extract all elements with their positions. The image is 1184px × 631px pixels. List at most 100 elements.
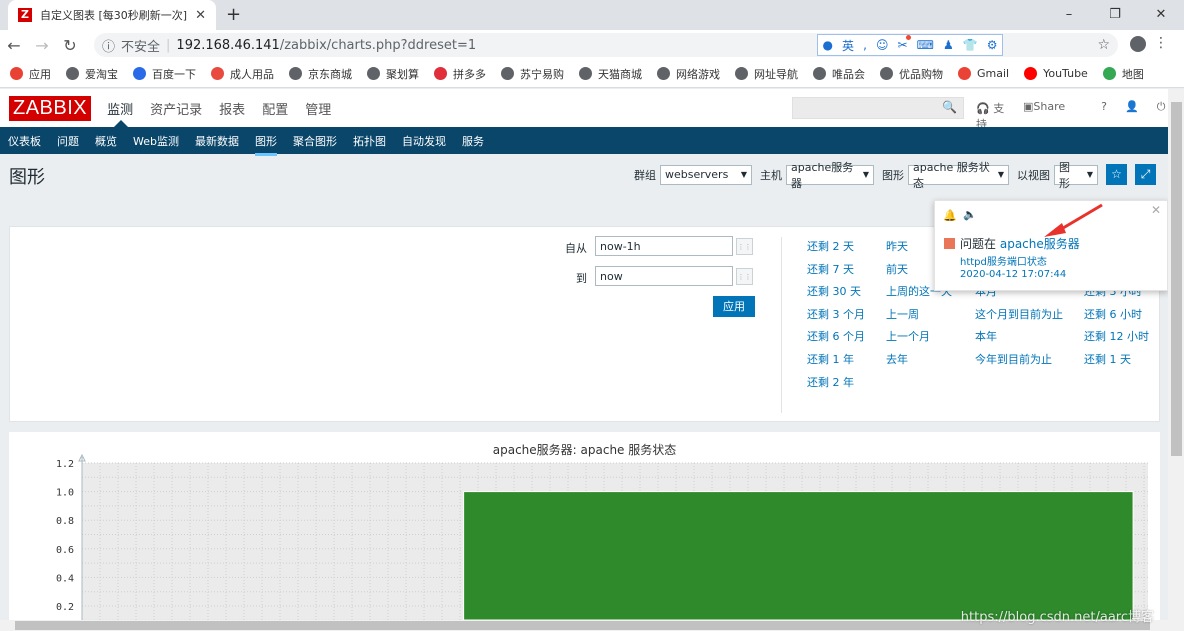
forward-icon[interactable]: → [28, 36, 56, 55]
bookmark-item[interactable]: 应用 [10, 66, 51, 82]
quick-range-link[interactable]: 还剩 12 小时 [1084, 328, 1149, 344]
page-title: 图形 [9, 167, 45, 188]
top-menu-item[interactable]: 报表 [219, 99, 245, 118]
trigger-link[interactable]: httpd服务端口状态 [960, 253, 1047, 268]
sub-menu: 仪表板 问题 概览 Web监测 最新数据 图形 聚合图形 拓扑图 自动发现 服务 [0, 127, 1168, 156]
bookmark-star-icon[interactable]: ☆ [1097, 37, 1110, 53]
submenu-item[interactable]: 概览 [95, 127, 117, 155]
bookmark-item[interactable]: 爱淘宝 [66, 66, 118, 82]
browser-menu-icon[interactable]: ⋮ [1154, 35, 1168, 51]
back-icon[interactable]: ← [0, 36, 28, 55]
ime-keyboard-icon[interactable]: ⌨ [917, 38, 934, 52]
submenu-item[interactable]: 自动发现 [402, 127, 446, 155]
quick-range-link[interactable]: 今年到目前为止 [975, 351, 1052, 367]
submenu-item[interactable]: 仪表板 [8, 127, 41, 155]
quick-range-link[interactable]: 还剩 3 个月 [807, 306, 865, 322]
reload-icon[interactable]: ↻ [56, 36, 84, 55]
ime-avatar-icon[interactable]: ● [823, 38, 833, 52]
ime-emoji-icon[interactable]: ☺ [876, 38, 889, 52]
bell-icon[interactable]: 🔔 [943, 209, 957, 222]
event-time-link[interactable]: 2020-04-12 17:07:44 [960, 269, 1066, 280]
calendar-icon[interactable]: ⋮⋮ [736, 238, 753, 255]
search-input[interactable]: 🔍 [792, 97, 964, 119]
add-favorite-button[interactable]: ☆ [1106, 164, 1127, 185]
to-input[interactable]: now [595, 266, 733, 286]
close-tab-icon[interactable]: ✕ [195, 8, 206, 23]
quick-range-link[interactable]: 前天 [886, 261, 908, 277]
calendar-icon[interactable]: ⋮⋮ [736, 268, 753, 285]
bookmarks-bar: 应用 爱淘宝 百度一下 成人用品 京东商城 聚划算 拼多多 苏宁易购 天猫商城 网络游戏 网址导航唯… [0, 60, 1184, 88]
vertical-scrollbar[interactable] [1168, 89, 1184, 631]
submenu-item[interactable]: 图形 [254, 127, 277, 156]
submenu-item[interactable]: 最新数据 [195, 127, 239, 155]
bookmark-item[interactable]: 聚划算 [367, 66, 419, 82]
ime-lang[interactable]: 英 [842, 37, 854, 54]
top-menu: 监测 资产记录 报表 配置 管理 [107, 99, 348, 118]
quick-range-link[interactable]: 上一个月 [886, 328, 930, 344]
submenu-item[interactable]: 聚合图形 [293, 127, 337, 155]
bookmark-item[interactable]: YouTube [1024, 67, 1088, 80]
bookmark-item[interactable]: 网络游戏 [657, 66, 720, 82]
quick-range-link[interactable]: 去年 [886, 351, 908, 367]
top-menu-item[interactable]: 管理 [305, 99, 331, 118]
zabbix-logo[interactable]: ZABBIX [9, 95, 92, 121]
submenu-item[interactable]: 服务 [462, 127, 484, 155]
quick-range-link[interactable]: 还剩 1 年 [807, 351, 854, 367]
bookmark-item[interactable]: 百度一下 [133, 66, 196, 82]
host-select[interactable]: apache服务器 ▼ [786, 161, 874, 190]
browser-tab[interactable]: Z 自定义图表 [每30秒刷新一次] ✕ [8, 0, 216, 30]
restore-icon[interactable]: ❐ [1092, 0, 1138, 30]
speaker-icon[interactable]: 🔈 [963, 208, 977, 221]
bookmark-item[interactable]: 唯品会 [813, 66, 865, 82]
y-tick-label: 0.8 [56, 516, 74, 527]
ime-scissors-icon[interactable]: ✂ [897, 35, 911, 52]
quick-range-link[interactable]: 还剩 30 天 [807, 283, 861, 299]
to-label: 到 [576, 272, 587, 285]
bookmark-item[interactable]: 天猫商城 [579, 66, 642, 82]
minimize-icon[interactable]: – [1046, 0, 1092, 30]
ime-punct-icon[interactable]: , [863, 38, 867, 52]
search-icon[interactable]: 🔍 [942, 100, 957, 114]
submenu-item[interactable]: 拓扑图 [353, 127, 386, 155]
quick-range-link[interactable]: 还剩 1 天 [1084, 351, 1131, 367]
quick-range-link[interactable]: 昨天 [886, 238, 908, 254]
bookmark-item[interactable]: 优品购物 [880, 66, 943, 82]
bookmark-item[interactable]: 网址导航 [735, 66, 798, 82]
zabbix-header: ZABBIX 监测 资产记录 报表 配置 管理 🔍 🎧 支持 ▣Share ? 👤 ⏻ [0, 89, 1168, 131]
top-menu-item[interactable]: 监测 [107, 99, 133, 118]
fullscreen-button[interactable]: ⤢ [1135, 164, 1156, 185]
from-input[interactable]: now-1h [595, 236, 733, 256]
bookmark-item[interactable]: 京东商城 [289, 66, 352, 82]
quick-range-link[interactable]: 还剩 2 年 [807, 374, 854, 390]
close-icon[interactable]: ✕ [1151, 203, 1161, 217]
apply-button[interactable]: 应用 [713, 296, 755, 317]
submenu-item[interactable]: 问题 [57, 127, 79, 155]
bookmark-item[interactable]: 拼多多 [434, 66, 486, 82]
quick-range-link[interactable]: 本年 [975, 328, 997, 344]
quick-range-link[interactable]: 还剩 6 小时 [1084, 306, 1142, 322]
ime-settings-icon[interactable]: ⚙ [987, 38, 998, 52]
bookmark-item[interactable]: 苏宁易购 [501, 66, 564, 82]
ime-skin-icon[interactable]: 👕 [963, 38, 978, 52]
quick-range-link[interactable]: 上一周 [886, 306, 919, 322]
top-menu-item[interactable]: 配置 [262, 99, 288, 118]
scrollbar-thumb[interactable] [1171, 102, 1182, 456]
view-select[interactable]: 图形 ▼ [1054, 161, 1098, 190]
new-tab-icon[interactable]: + [226, 4, 241, 25]
quick-range-link[interactable]: 还剩 2 天 [807, 238, 854, 254]
bookmark-item[interactable]: 地图 [1102, 66, 1144, 82]
browser-tabbar: Z 自定义图表 [每30秒刷新一次] ✕ + – ❐ ✕ [0, 0, 1184, 30]
info-icon[interactable]: ⓘ [102, 36, 115, 55]
top-menu-item[interactable]: 资产记录 [150, 99, 202, 118]
submenu-item[interactable]: Web监测 [133, 127, 179, 155]
bookmark-item[interactable]: Gmail [958, 67, 1009, 80]
quick-range-link[interactable]: 还剩 7 天 [807, 261, 854, 277]
ime-user-icon[interactable]: ♟ [943, 38, 954, 52]
close-window-icon[interactable]: ✕ [1138, 0, 1184, 30]
quick-range-link[interactable]: 还剩 6 个月 [807, 328, 865, 344]
bookmark-item[interactable]: 成人用品 [211, 66, 274, 82]
quick-range-link[interactable]: 这个月到目前为止 [975, 306, 1063, 322]
group-select[interactable]: webservers ▼ [660, 164, 752, 185]
profile-icon[interactable] [1130, 36, 1146, 52]
graph-select[interactable]: apache 服务状态 ▼ [908, 161, 1009, 190]
